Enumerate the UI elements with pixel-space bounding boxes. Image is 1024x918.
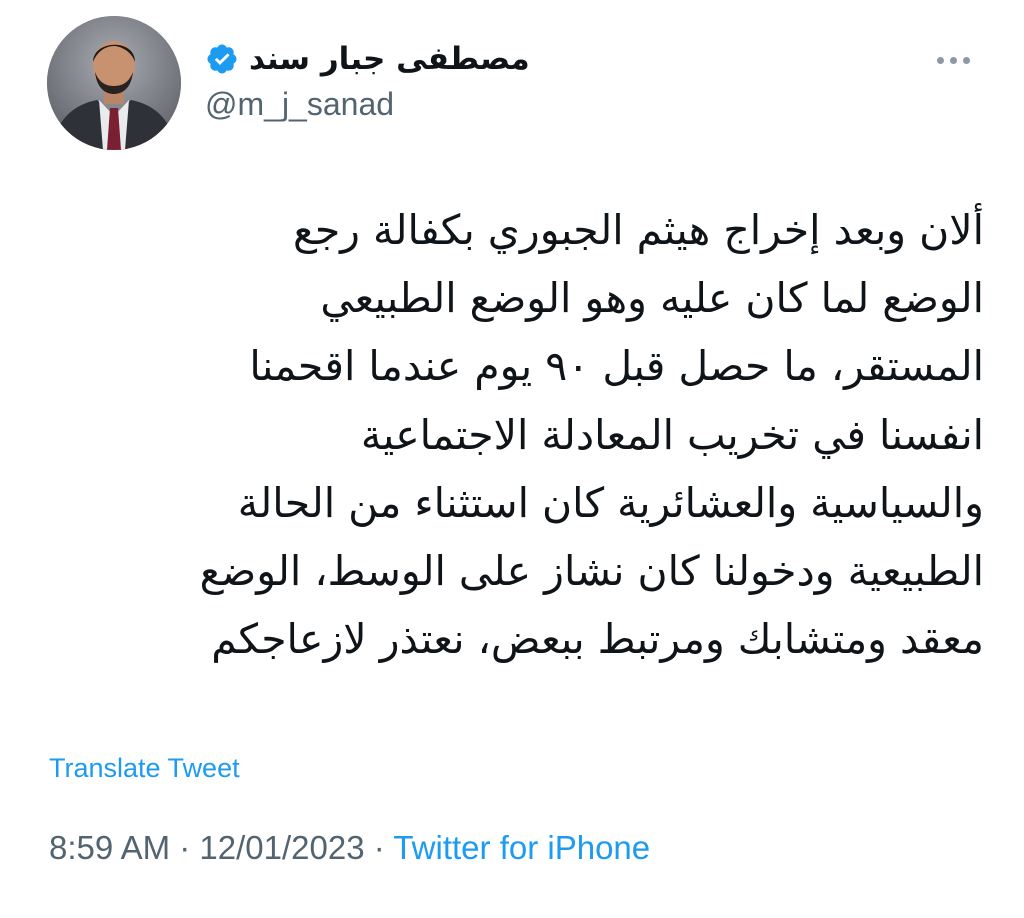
author-handle[interactable]: @m_j_sanad [205, 86, 394, 123]
avatar[interactable] [47, 16, 181, 150]
tweet-line: والسياسية والعشائرية كان استثناء من الحا… [237, 478, 984, 527]
tweet-date[interactable]: 12/01/2023 [199, 829, 364, 866]
tweet-metadata: 8:59 AM · 12/01/2023 · Twitter for iPhon… [49, 829, 650, 867]
tweet-time[interactable]: 8:59 AM [49, 829, 170, 866]
verified-badge-icon [207, 44, 237, 74]
meta-separator: · [373, 829, 385, 866]
tweet-view: مصطفى جبار سند @m_j_sanad ألان وبعد إخرا… [0, 0, 1024, 918]
author-display-name[interactable]: مصطفى جبار سند [249, 41, 530, 77]
tweet-source-link[interactable]: Twitter for iPhone [393, 829, 650, 866]
tweet-text: ألان وبعد إخراج هيثم الجبوري بكفالة رجع … [40, 196, 984, 673]
tweet-line: ألان وبعد إخراج هيثم الجبوري بكفالة رجع [293, 206, 984, 254]
tweet-line: معقد ومتشابك ومرتبط ببعض، نعتذر لازعاجكم [211, 615, 984, 664]
more-options-icon[interactable] [930, 40, 976, 80]
tweet-line: المستقر، ما حصل قبل ٩٠ يوم عندما اقحمنا [249, 342, 984, 391]
tweet-line: الطبيعية ودخولنا كان نشاز على الوسط، الو… [199, 547, 984, 596]
tweet-line: الوضع لما كان عليه وهو الوضع الطبيعي [320, 274, 984, 323]
author-name-row[interactable]: مصطفى جبار سند [205, 36, 530, 82]
tweet-line: انفسنا في تخريب المعادلة الاجتماعية [360, 410, 984, 459]
translate-tweet-link[interactable]: Translate Tweet [49, 753, 240, 784]
meta-separator: · [179, 829, 191, 866]
